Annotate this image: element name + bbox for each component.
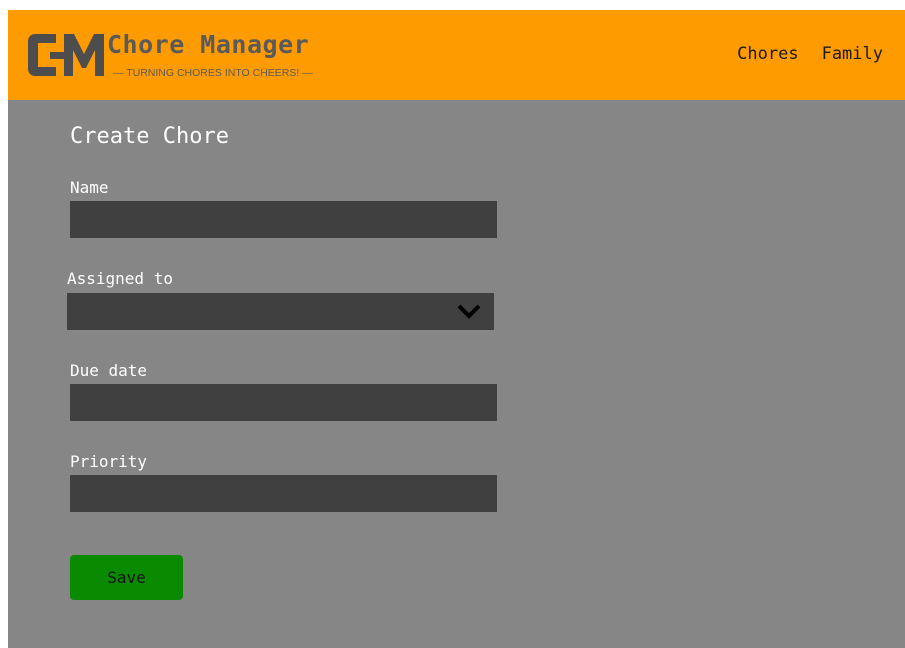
nav-link-chores[interactable]: Chores: [737, 44, 798, 64]
brand-title: Chore Manager: [107, 30, 310, 59]
name-label: Name: [70, 178, 109, 197]
due-date-label: Due date: [70, 361, 148, 380]
due-date-input[interactable]: [70, 384, 497, 421]
brand-tagline: — TURNING CHORES INTO CHEERS! —: [113, 67, 313, 79]
top-nav: Chores Family: [737, 44, 883, 64]
nav-link-family[interactable]: Family: [822, 44, 883, 64]
save-button[interactable]: Save: [70, 555, 183, 600]
chevron-down-icon: [457, 304, 481, 319]
cm-logo-icon: [28, 34, 104, 76]
assigned-to-label: Assigned to: [67, 269, 173, 288]
name-input[interactable]: [70, 201, 497, 238]
page-title: Create Chore: [70, 124, 229, 149]
assigned-to-select[interactable]: [67, 293, 494, 330]
priority-input[interactable]: [70, 475, 497, 512]
header-bar: Chore Manager — TURNING CHORES INTO CHEE…: [8, 10, 905, 100]
priority-label: Priority: [70, 452, 148, 471]
app-window: Chore Manager — TURNING CHORES INTO CHEE…: [8, 10, 905, 648]
